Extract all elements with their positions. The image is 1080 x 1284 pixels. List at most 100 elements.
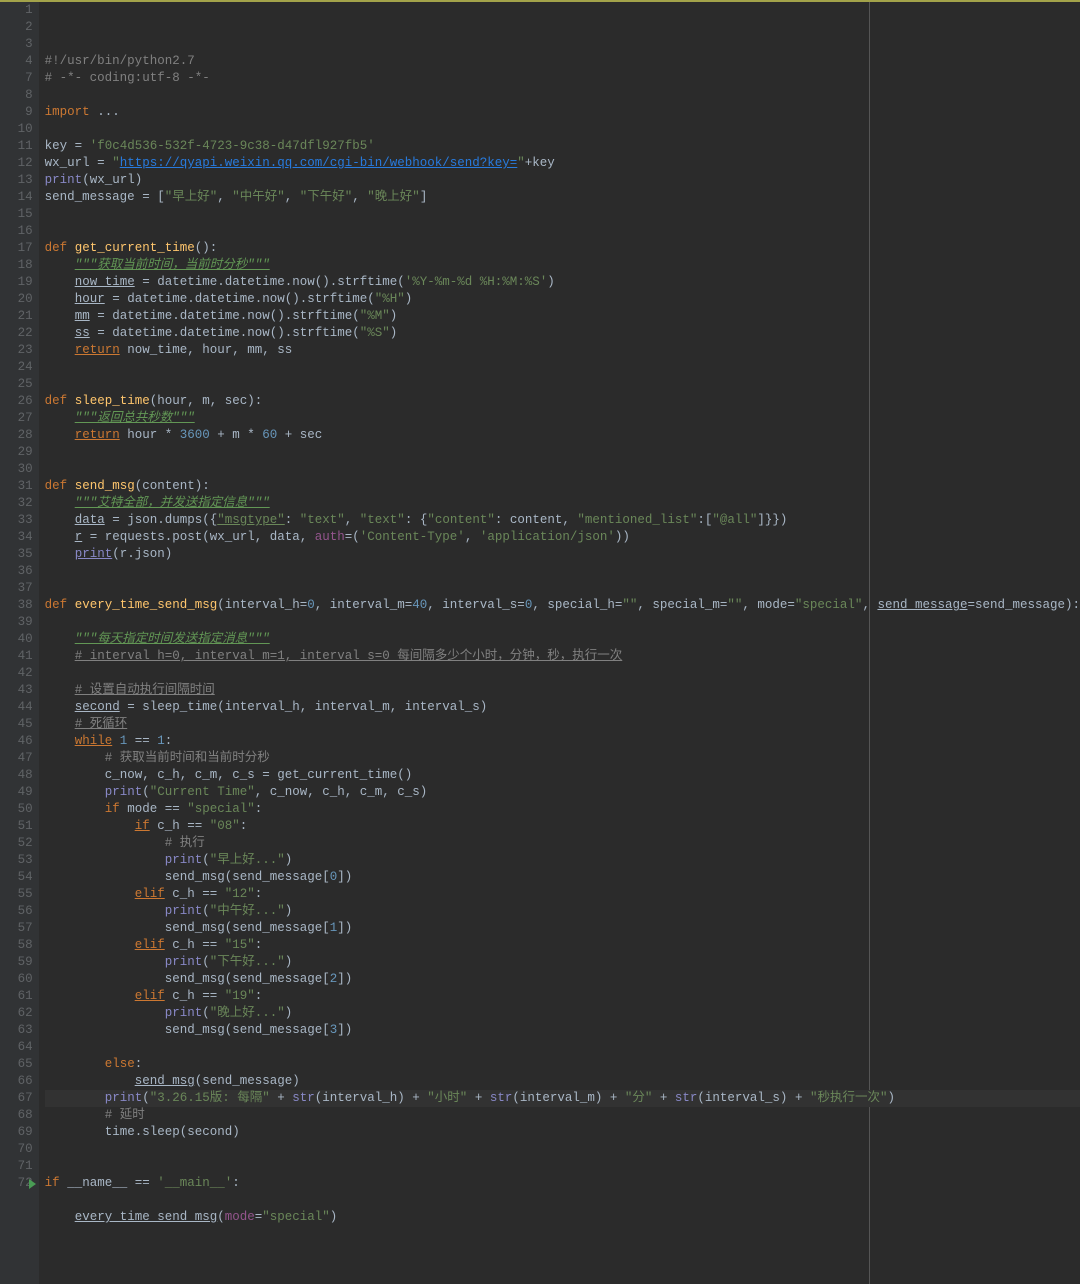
code-line[interactable]: def send_msg(content): [45,478,1080,495]
code-line[interactable]: if mode == "special": [45,801,1080,818]
line-number[interactable]: 53 [0,852,33,869]
line-number[interactable]: 9 [0,104,33,121]
line-number[interactable]: 40 [0,631,33,648]
code-line[interactable]: print("3.26.15版: 每隔" + str(interval_h) +… [45,1090,1080,1107]
line-number[interactable]: 43 [0,682,33,699]
code-line[interactable] [45,1192,1080,1209]
code-line[interactable]: key = 'f0c4d536-532f-4723-9c38-d47dfl927… [45,138,1080,155]
line-number[interactable]: 57 [0,920,33,937]
code-line[interactable]: # 获取当前时间和当前时分秒 [45,750,1080,767]
line-number[interactable]: 24 [0,359,33,376]
line-number[interactable]: 66 [0,1073,33,1090]
line-number[interactable]: 45 [0,716,33,733]
code-line[interactable]: print("晚上好...") [45,1005,1080,1022]
line-number[interactable]: 61 [0,988,33,1005]
line-number[interactable]: 51 [0,818,33,835]
line-number[interactable]: 71 [0,1158,33,1175]
line-number[interactable]: 41 [0,648,33,665]
line-number[interactable]: 21 [0,308,33,325]
code-line[interactable]: """每天指定时间发送指定消息""" [45,631,1080,648]
line-number[interactable]: 23 [0,342,33,359]
line-number[interactable]: 32 [0,495,33,512]
code-line[interactable]: time.sleep(second) [45,1124,1080,1141]
line-number[interactable]: 31 [0,478,33,495]
line-number[interactable]: 17 [0,240,33,257]
line-number[interactable]: 54 [0,869,33,886]
line-number[interactable]: 25 [0,376,33,393]
line-number[interactable]: 65 [0,1056,33,1073]
code-editor[interactable]: 1234789101112131415161718192021222324252… [0,0,1080,1284]
code-line[interactable]: return hour * 3600 + m * 60 + sec [45,427,1080,444]
code-line[interactable] [45,121,1080,138]
code-line[interactable]: print(wx_url) [45,172,1080,189]
line-number[interactable]: 1 [0,2,33,19]
line-number[interactable]: 33 [0,512,33,529]
line-number[interactable]: 46 [0,733,33,750]
line-number[interactable]: 30 [0,461,33,478]
code-line[interactable] [45,1039,1080,1056]
line-number[interactable]: 68 [0,1107,33,1124]
code-line[interactable] [45,444,1080,461]
line-number[interactable]: 27 [0,410,33,427]
line-number[interactable]: 14 [0,189,33,206]
code-line[interactable] [45,580,1080,597]
line-number[interactable]: 47 [0,750,33,767]
code-line[interactable]: print("中午好...") [45,903,1080,920]
line-number[interactable]: 63 [0,1022,33,1039]
code-line[interactable]: hour = datetime.datetime.now().strftime(… [45,291,1080,308]
line-number[interactable]: 16 [0,223,33,240]
line-number[interactable]: 39 [0,614,33,631]
code-line[interactable]: """获取当前时间，当前时分秒""" [45,257,1080,274]
line-number[interactable]: 44 [0,699,33,716]
line-number[interactable]: 69 [0,1124,33,1141]
code-line[interactable]: ss = datetime.datetime.now().strftime("%… [45,325,1080,342]
code-line[interactable]: def sleep_time(hour, m, sec): [45,393,1080,410]
line-number[interactable]: 3 [0,36,33,53]
line-number[interactable]: 18 [0,257,33,274]
code-line[interactable]: # 执行 [45,835,1080,852]
code-line[interactable] [45,563,1080,580]
line-number[interactable]: 20 [0,291,33,308]
code-line[interactable]: # 死循环 [45,716,1080,733]
code-line[interactable]: # 设置自动执行间隔时间 [45,682,1080,699]
code-line[interactable]: print("下午好...") [45,954,1080,971]
line-number[interactable]: 2 [0,19,33,36]
line-number[interactable]: 60 [0,971,33,988]
line-number[interactable]: 42 [0,665,33,682]
line-number[interactable]: 7 [0,70,33,87]
line-number[interactable]: 13 [0,172,33,189]
code-line[interactable]: #!/usr/bin/python2.7 [45,53,1080,70]
line-number[interactable]: 36 [0,563,33,580]
code-line[interactable]: import ... [45,104,1080,121]
code-line[interactable]: send_message = ["早上好", "中午好", "下午好", "晚上… [45,189,1080,206]
code-line[interactable]: print("早上好...") [45,852,1080,869]
line-number[interactable]: 55 [0,886,33,903]
code-line[interactable] [45,359,1080,376]
code-line[interactable]: data = json.dumps({"msgtype": "text", "t… [45,512,1080,529]
line-number[interactable]: 67 [0,1090,33,1107]
code-line[interactable] [45,1141,1080,1158]
run-gutter-icon[interactable] [29,1179,36,1189]
code-content[interactable]: #!/usr/bin/python2.7# -*- coding:utf-8 -… [39,2,1080,1284]
line-number[interactable]: 70 [0,1141,33,1158]
line-number[interactable]: 4 [0,53,33,70]
line-number[interactable]: 12 [0,155,33,172]
code-line[interactable] [45,1158,1080,1175]
code-line[interactable]: second = sleep_time(interval_h, interval… [45,699,1080,716]
line-number[interactable]: 10 [0,121,33,138]
code-line[interactable]: print(r.json) [45,546,1080,563]
code-line[interactable] [45,1226,1080,1243]
line-number[interactable]: 38 [0,597,33,614]
code-line[interactable]: # interval_h=0, interval_m=1, interval_s… [45,648,1080,665]
line-number[interactable]: 26 [0,393,33,410]
code-line[interactable] [45,206,1080,223]
line-number[interactable]: 49 [0,784,33,801]
line-number[interactable]: 56 [0,903,33,920]
code-line[interactable]: if c_h == "08": [45,818,1080,835]
line-number[interactable]: 35 [0,546,33,563]
line-number[interactable]: 62 [0,1005,33,1022]
code-line[interactable]: send_msg(send_message[1]) [45,920,1080,937]
line-number[interactable]: 52 [0,835,33,852]
line-number[interactable]: 15 [0,206,33,223]
line-number[interactable]: 59 [0,954,33,971]
